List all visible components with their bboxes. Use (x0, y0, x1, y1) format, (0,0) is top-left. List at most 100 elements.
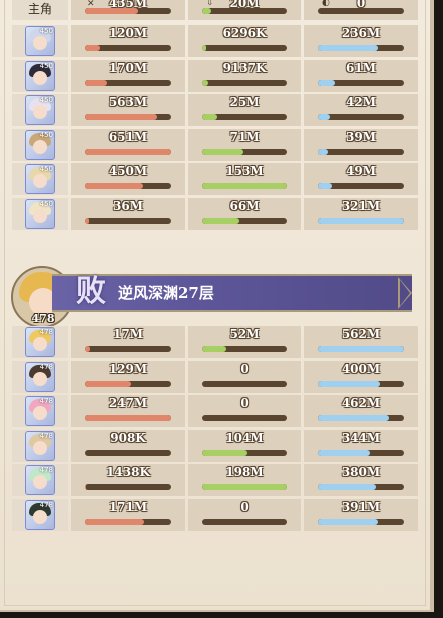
defeat-avatar-level: 478 (31, 312, 55, 325)
heal-bar (318, 79, 404, 86)
avatar-cell: 478 (12, 360, 68, 393)
damage-fill (85, 346, 91, 352)
avatar-level: 478 (39, 466, 53, 474)
damage-value: 129M (108, 361, 148, 376)
avatar-face (33, 337, 47, 351)
heal-bar (318, 114, 404, 120)
damage-cell: 450M (71, 163, 185, 195)
avatar-level: 450 (39, 96, 53, 104)
heal-cell: 236M (304, 25, 418, 57)
damage-value: 120M (108, 26, 148, 40)
taken-cell: 52M (188, 326, 301, 358)
taken-cell: 198M (188, 464, 301, 496)
damage-value: 651M (108, 129, 148, 144)
heal-value: 42M (346, 95, 376, 109)
heal-cell: 61M (304, 59, 418, 92)
hero-avatar[interactable]: 478 (25, 499, 55, 530)
taken-value: 6296K (222, 26, 267, 40)
taken-fill (202, 484, 287, 490)
heal-value: 236M (341, 26, 381, 40)
avatar-face (33, 105, 47, 119)
battle-stats-panel: 主角 ✕ 435M ⇩ 20M ◐ 0 450 120M 6296K 236M 450 1… (0, 0, 434, 612)
heal-fill (318, 449, 371, 456)
taken-cell: 0 (188, 498, 301, 531)
heal-fill (318, 183, 332, 189)
avatar-level: 450 (39, 165, 53, 173)
taken-cell: 71M (188, 128, 301, 161)
taken-value: 9137K (222, 60, 267, 75)
taken-value: 25M (229, 95, 260, 109)
hero-avatar[interactable]: 478 (25, 430, 55, 461)
taken-bar (202, 518, 287, 525)
taken-fill (202, 346, 226, 352)
hero-avatar[interactable]: 450 (25, 129, 55, 160)
damage-bar (85, 518, 171, 525)
hero-avatar[interactable]: 450 (25, 198, 55, 229)
heal-value: 380M (341, 465, 381, 479)
heal-bar (318, 217, 404, 224)
avatar-level: 478 (39, 362, 53, 371)
taken-value: 0 (240, 499, 249, 514)
avatar-level: 478 (39, 500, 53, 509)
avatar-cell: 450 (12, 163, 68, 195)
stat-row: 478 171M 0 391M (12, 498, 418, 531)
heal-fill (318, 148, 329, 155)
taken-bar (202, 114, 287, 120)
stat-row: 478 908K 104M 344M (12, 429, 418, 462)
banner-tip-inner (400, 280, 410, 306)
hero-avatar[interactable]: 478 (25, 465, 55, 495)
taken-fill (202, 79, 208, 86)
damage-value: 1438K (106, 465, 150, 479)
heal-value: 344M (341, 430, 381, 445)
heal-bar (318, 518, 404, 525)
taken-fill (202, 148, 243, 155)
avatar-face (33, 406, 47, 420)
heal-fill (318, 415, 389, 421)
avatar-face (33, 174, 47, 188)
heal-value: 61M (346, 60, 376, 75)
damage-fill (85, 114, 158, 120)
taken-fill (202, 449, 248, 456)
damage-value: 36M (113, 198, 143, 213)
taken-header-cell: ⇩ 20M (188, 0, 301, 20)
hero-avatar[interactable]: 450 (25, 26, 55, 56)
heal-cell: 321M (304, 197, 418, 230)
damage-bar (85, 449, 171, 456)
taken-value: 71M (229, 129, 260, 144)
damage-fill (85, 148, 171, 155)
taken-bar (202, 79, 287, 86)
hero-avatar[interactable]: 478 (25, 396, 55, 426)
hero-avatar[interactable]: 450 (25, 95, 55, 125)
taken-header-bar (202, 8, 287, 14)
heal-bar (318, 346, 404, 352)
stat-row: 478 129M 0 400M (12, 360, 418, 393)
damage-bar (85, 217, 171, 224)
taken-bar (202, 415, 287, 421)
heal-cell: 42M (304, 94, 418, 126)
hero-avatar[interactable]: 450 (25, 164, 55, 194)
stat-row: 450 651M 71M 39M (12, 128, 418, 161)
hero-avatar[interactable]: 450 (25, 60, 55, 91)
damage-cell: 17M (71, 326, 185, 358)
damage-cell: 563M (71, 94, 185, 126)
hero-avatar[interactable]: 478 (25, 327, 55, 357)
heal-value: 562M (341, 327, 381, 341)
taken-cell: 25M (188, 94, 301, 126)
hero-avatar[interactable]: 478 (25, 361, 55, 392)
avatar-cell: 450 (12, 25, 68, 57)
damage-fill (85, 380, 131, 387)
damage-value: 908K (110, 430, 146, 445)
taken-cell: 0 (188, 395, 301, 427)
damage-bar (85, 484, 171, 490)
damage-bar (85, 346, 171, 352)
heal-fill (318, 45, 379, 51)
avatar-level: 478 (39, 397, 53, 405)
taken-bar (202, 45, 287, 51)
damage-bar (85, 415, 171, 421)
heal-bar (318, 183, 404, 189)
taken-header-fill (202, 8, 211, 14)
taken-fill (202, 45, 207, 51)
heal-fill (318, 79, 336, 86)
avatar-face (33, 440, 47, 455)
damage-cell: 651M (71, 128, 185, 161)
